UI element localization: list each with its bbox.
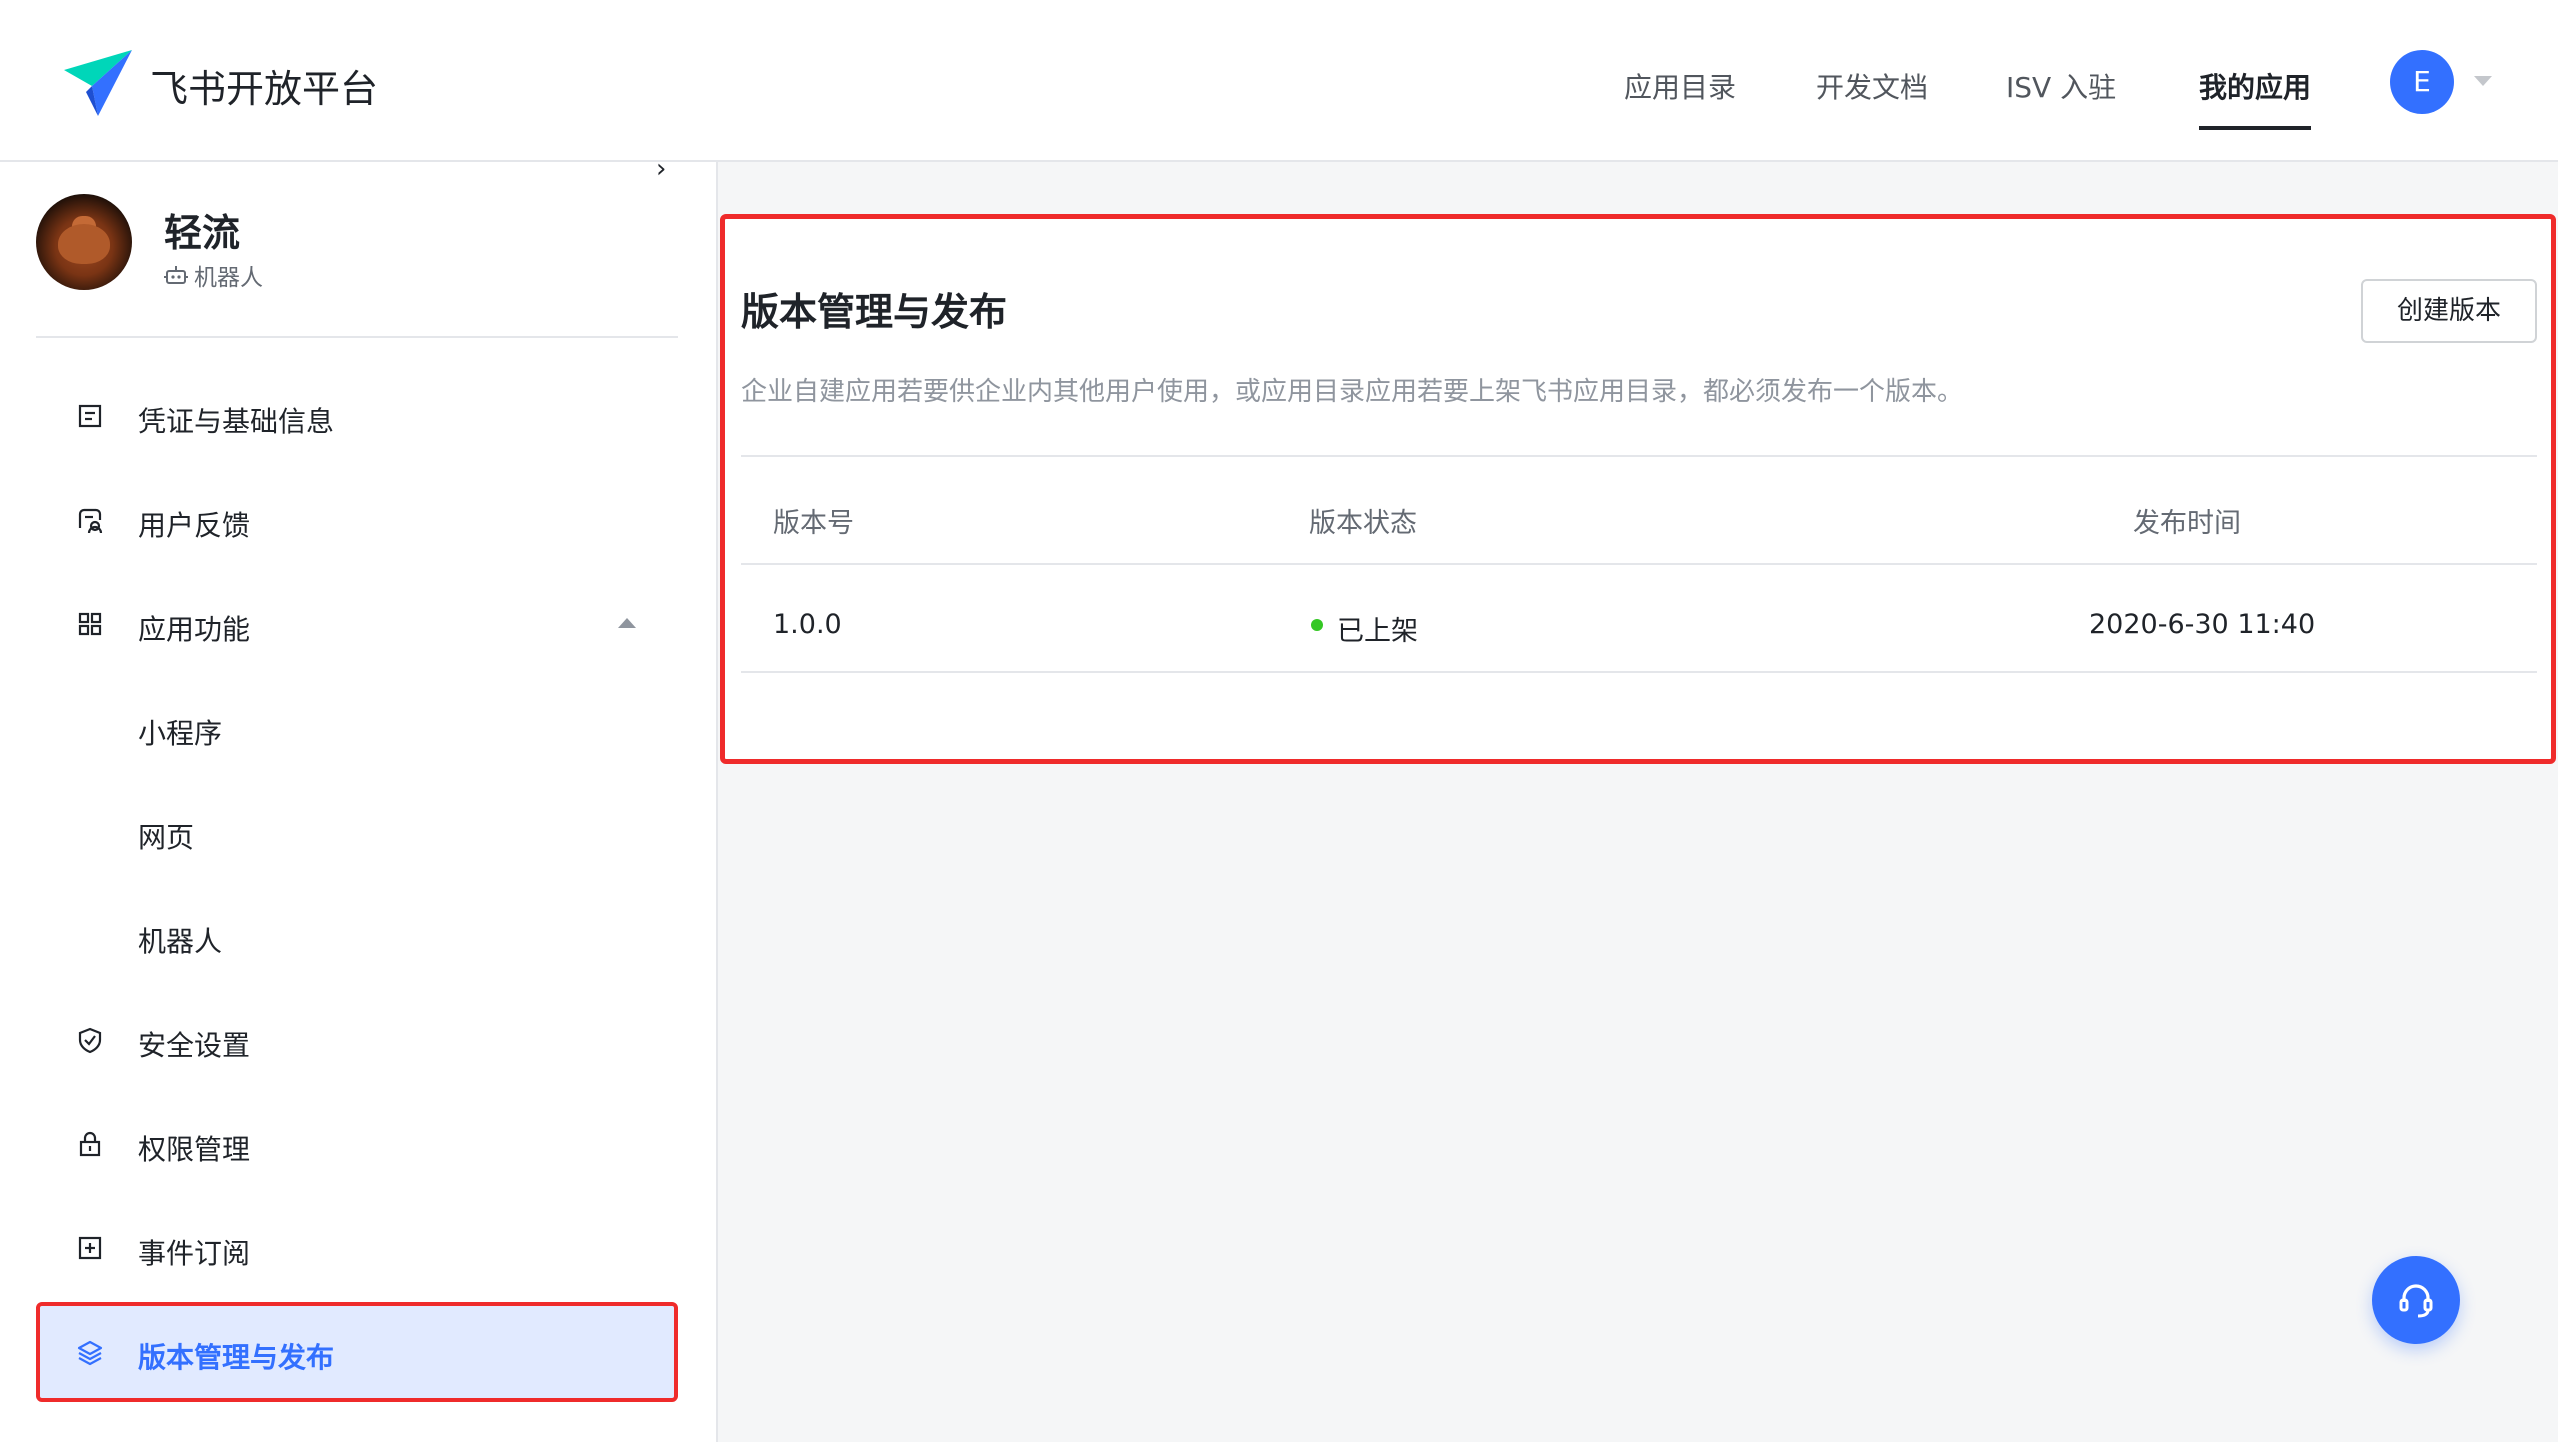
sidebar-item-label: 事件订阅 xyxy=(138,1237,251,1270)
sidebar-item-security[interactable]: 安全设置 xyxy=(36,992,678,1088)
table-divider xyxy=(741,671,2537,673)
page-title: 版本管理与发布 xyxy=(741,290,1008,334)
sidebar-item-label: 凭证与基础信息 xyxy=(138,405,335,438)
sidebar-item-label: 版本管理与发布 xyxy=(138,1341,335,1374)
table-divider xyxy=(741,563,2537,565)
column-header-version: 版本号 xyxy=(773,508,854,539)
nav-app-directory[interactable]: 应用目录 xyxy=(1624,66,1736,106)
sidebar-divider xyxy=(36,336,678,338)
sidebar-item-permissions[interactable]: 权限管理 xyxy=(36,1096,678,1192)
sidebar-item-bot[interactable]: 机器人 xyxy=(36,888,678,984)
create-version-button[interactable]: 创建版本 xyxy=(2361,279,2537,343)
table-divider xyxy=(741,455,2537,457)
sidebar-item-label: 应用功能 xyxy=(138,613,251,646)
nav-my-apps[interactable]: 我的应用 xyxy=(2199,66,2311,106)
help-support-button[interactable] xyxy=(2372,1256,2460,1344)
nav-isv[interactable]: ISV 入驻 xyxy=(2006,66,2116,106)
sidebar-item-label: 用户反馈 xyxy=(138,509,251,542)
app-type-label: 机器人 xyxy=(194,265,263,291)
collapse-chevron-icon[interactable]: › xyxy=(656,154,666,184)
user-avatar[interactable]: E xyxy=(2390,50,2454,114)
sidebar-item-event-subscription[interactable]: 事件订阅 xyxy=(36,1200,678,1296)
app-avatar xyxy=(36,194,132,290)
sidebar-item-credentials[interactable]: 凭证与基础信息 xyxy=(36,368,678,464)
page-description: 企业自建应用若要供企业内其他用户使用，或应用目录应用若要上架飞书应用目录，都必须… xyxy=(741,377,1964,407)
sidebar-item-feedback[interactable]: 用户反馈 xyxy=(36,472,678,568)
feedback-icon xyxy=(78,508,103,534)
top-header: 飞书开放平台 应用目录 开发文档 ISV 入驻 我的应用 E xyxy=(0,0,2558,162)
app-type: 机器人 xyxy=(164,258,263,292)
sidebar-item-app-features[interactable]: 应用功能 xyxy=(36,576,678,672)
sidebar-item-label: 网页 xyxy=(138,821,195,854)
sidebar-item-version-release[interactable]: 版本管理与发布 xyxy=(36,1302,678,1402)
app-name: 轻流 xyxy=(164,211,241,255)
sidebar-item-label: 权限管理 xyxy=(138,1133,251,1166)
nav-active-indicator xyxy=(2199,126,2311,130)
layers-icon xyxy=(77,1340,103,1366)
sidebar-item-label: 安全设置 xyxy=(138,1029,251,1062)
cell-version: 1.0.0 xyxy=(773,609,842,640)
column-header-status: 版本状态 xyxy=(1309,508,1417,539)
lock-icon xyxy=(79,1131,101,1157)
event-subscribe-icon xyxy=(78,1236,102,1260)
sidebar-item-label: 机器人 xyxy=(138,925,223,958)
sidebar-item-mini-program[interactable]: 小程序 xyxy=(36,680,678,776)
feishu-logo-icon[interactable] xyxy=(62,46,136,120)
sidebar-item-label: 小程序 xyxy=(138,717,223,750)
headset-icon xyxy=(2399,1284,2433,1318)
version-management-card: 版本管理与发布 创建版本 企业自建应用若要供企业内其他用户使用，或应用目录应用若… xyxy=(720,214,2556,764)
apps-grid-icon xyxy=(78,612,102,636)
status-dot-icon xyxy=(1311,619,1323,631)
chevron-up-icon[interactable] xyxy=(618,618,636,628)
cell-published-at: 2020-6-30 11:40 xyxy=(2089,609,2316,640)
robot-icon xyxy=(164,266,188,284)
chevron-down-icon[interactable] xyxy=(2474,76,2492,86)
brand-name[interactable]: 飞书开放平台 xyxy=(150,58,378,113)
nav-dev-docs[interactable]: 开发文档 xyxy=(1816,66,1928,106)
column-header-published-at: 发布时间 xyxy=(2133,508,2241,539)
sidebar: › 轻流 机器人 凭证与基础信息 用户反馈 应用功能 小程序 网页 机器人 安全… xyxy=(0,154,718,1442)
credential-icon xyxy=(78,404,102,428)
shield-icon xyxy=(78,1027,102,1054)
sidebar-item-webpage[interactable]: 网页 xyxy=(36,784,678,880)
cell-status: 已上架 xyxy=(1337,616,1418,647)
